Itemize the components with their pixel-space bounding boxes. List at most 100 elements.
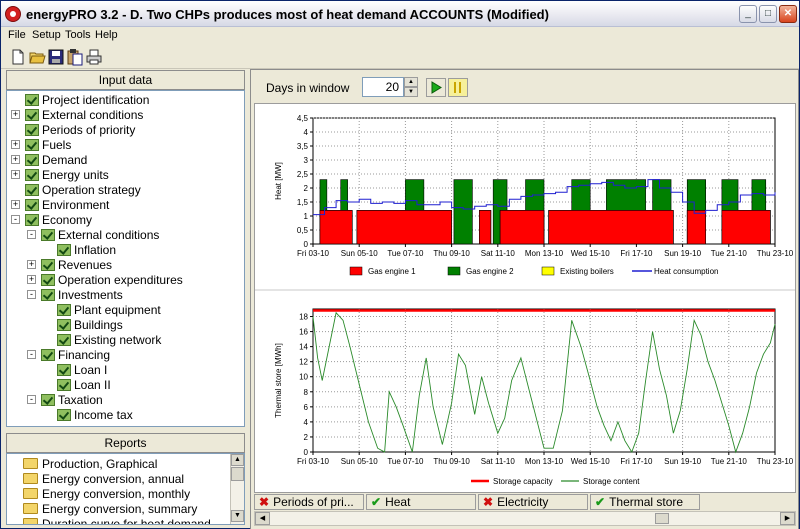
days-up-arrow-icon[interactable]: ▲ [404, 77, 418, 87]
tree-item[interactable]: Loan II [57, 377, 111, 392]
checked-folder-icon [25, 183, 39, 196]
time-scrollbar[interactable]: ◀ ▶ [254, 511, 796, 526]
error-x-icon: ✖ [259, 495, 270, 509]
tree-expander-icon[interactable]: - [27, 395, 36, 404]
tree-item[interactable]: Buildings [57, 317, 123, 332]
x-tick-label: Sun 19-10 [664, 249, 701, 258]
new-file-icon[interactable] [9, 48, 27, 66]
y-tick-label: 2 [304, 433, 309, 442]
tree-item[interactable]: Periods of priority [25, 122, 135, 137]
tree-item[interactable]: Income tax [57, 407, 133, 422]
tree-item[interactable]: Demand [25, 152, 87, 167]
maximize-button[interactable]: □ [759, 5, 777, 23]
view-tabs: ✖ Periods of pri... ✔ Heat ✖ Electricity ✔ Ther… [254, 494, 796, 510]
report-item[interactable]: Energy conversion, monthly [23, 486, 190, 501]
tree-item[interactable]: External conditions [25, 107, 143, 122]
report-item[interactable]: Production, Graphical [23, 456, 157, 471]
scroll-thumb[interactable] [231, 467, 244, 481]
gas-engine-1-bar [721, 210, 771, 245]
days-in-window-input[interactable]: 20 [362, 77, 404, 97]
play-button[interactable] [426, 78, 446, 97]
checked-folder-icon [25, 213, 39, 226]
x-tick-label: Wed 15-10 [571, 249, 611, 258]
tree-item-label: External conditions [58, 227, 160, 242]
minimize-button[interactable]: _ [739, 5, 757, 23]
scroll-left-arrow-icon[interactable]: ◀ [255, 512, 270, 525]
production-charts: 0 0,5 1 1,5 2 2,5 3 3,5 4 4,5 Fri 03-10 Sun 05-10 Tu… [255, 114, 795, 486]
y-tick-label: 3,5 [297, 142, 309, 151]
tree-item[interactable]: External conditions [41, 227, 159, 242]
report-item-label: Duration curve for heat demand [42, 516, 211, 525]
open-folder-icon[interactable] [28, 48, 46, 66]
tab-0[interactable]: ✖ Periods of pri... [254, 494, 364, 510]
tree-item[interactable]: Operation strategy [25, 182, 141, 197]
report-item-label: Energy conversion, monthly [42, 486, 191, 501]
tree-expander-icon[interactable]: + [11, 110, 20, 119]
reports-scrollbar[interactable]: ▲ ▼ [230, 454, 244, 524]
tree-item-label: Operation expenditures [58, 272, 183, 287]
checkmark-icon: ✔ [371, 495, 382, 509]
menu-help[interactable]: Help [95, 29, 118, 41]
menu-setup[interactable]: Setup [32, 29, 61, 41]
gas-engine-1-bar [686, 210, 707, 245]
x-tick-label: Sat 11-10 [481, 249, 516, 258]
tree-expander-icon[interactable]: - [27, 230, 36, 239]
close-button[interactable]: ✕ [779, 5, 797, 23]
scroll-up-arrow-icon[interactable]: ▲ [231, 454, 244, 466]
tree-item-label: Loan I [74, 362, 108, 377]
tab-1[interactable]: ✔ Heat [366, 494, 476, 510]
tree-item[interactable]: Energy units [25, 167, 109, 182]
scroll-down-arrow-icon[interactable]: ▼ [231, 510, 244, 522]
tree-expander-icon[interactable]: + [11, 170, 20, 179]
tab-label: Electricity [497, 495, 549, 509]
tree-expander-icon[interactable]: + [11, 140, 20, 149]
tree-item-label: Taxation [58, 392, 103, 407]
scroll-right-arrow-icon[interactable]: ▶ [780, 512, 795, 525]
tree-item[interactable]: Taxation [41, 392, 103, 407]
tree-item[interactable]: Existing network [57, 332, 161, 347]
checked-folder-icon [57, 318, 71, 331]
days-down-arrow-icon[interactable]: ▼ [404, 87, 418, 97]
tree-item[interactable]: Operation expenditures [41, 272, 183, 287]
x-tick-label: Tue 21-10 [711, 457, 748, 466]
tree-item[interactable]: Fuels [25, 137, 71, 152]
tree-item[interactable]: Investments [41, 287, 123, 302]
tree-item[interactable]: Project identification [25, 92, 149, 107]
checked-folder-icon [41, 348, 55, 361]
print-icon[interactable] [85, 48, 103, 66]
tree-expander-icon[interactable]: - [11, 215, 20, 224]
tree-item[interactable]: Financing [41, 347, 110, 362]
y-tick-label: 12 [299, 358, 308, 367]
tree-item[interactable]: Loan I [57, 362, 107, 377]
report-item[interactable]: Energy conversion, annual [23, 471, 184, 486]
title-bar[interactable]: energyPRO 3.2 - D. Two CHPs produces mos… [1, 1, 799, 27]
report-item[interactable]: Duration curve for heat demand [23, 516, 211, 525]
thermal-store-chart: 0 2 4 6 8 10 12 14 16 18 Fri 03-10 Sun 05-10 Tue 07-… [274, 308, 794, 486]
time-scroll-thumb[interactable] [655, 513, 669, 524]
report-item-label: Energy conversion, annual [42, 471, 185, 486]
legend-swatch [541, 266, 555, 276]
tree-expander-icon[interactable]: - [27, 290, 36, 299]
save-icon[interactable] [47, 48, 65, 66]
tree-item[interactable]: Inflation [57, 242, 116, 257]
tab-3[interactable]: ✔ Thermal store [590, 494, 700, 510]
tree-expander-icon[interactable]: + [27, 275, 36, 284]
tree-item[interactable]: Economy [25, 212, 92, 227]
tree-item[interactable]: Environment [25, 197, 109, 212]
tree-expander-icon[interactable]: + [11, 155, 20, 164]
x-tick-label: Sun 05-10 [341, 249, 378, 258]
tree-expander-icon[interactable]: - [27, 350, 36, 359]
tab-2[interactable]: ✖ Electricity [478, 494, 588, 510]
pause-button[interactable] [448, 78, 468, 97]
menu-tools[interactable]: Tools [65, 29, 91, 41]
menu-file[interactable]: File [8, 29, 26, 41]
tree-item[interactable]: Plant equipment [57, 302, 161, 317]
tree-expander-icon[interactable]: + [11, 200, 20, 209]
energypro-logo-icon[interactable] [5, 6, 21, 22]
report-item[interactable]: Energy conversion, summary [23, 501, 197, 516]
x-tick-label: Sat 11-10 [481, 457, 516, 466]
paste-icon[interactable] [66, 48, 84, 66]
tree-expander-icon[interactable]: + [27, 260, 36, 269]
tree-item[interactable]: Revenues [41, 257, 112, 272]
y-tick-label: 18 [299, 313, 308, 322]
